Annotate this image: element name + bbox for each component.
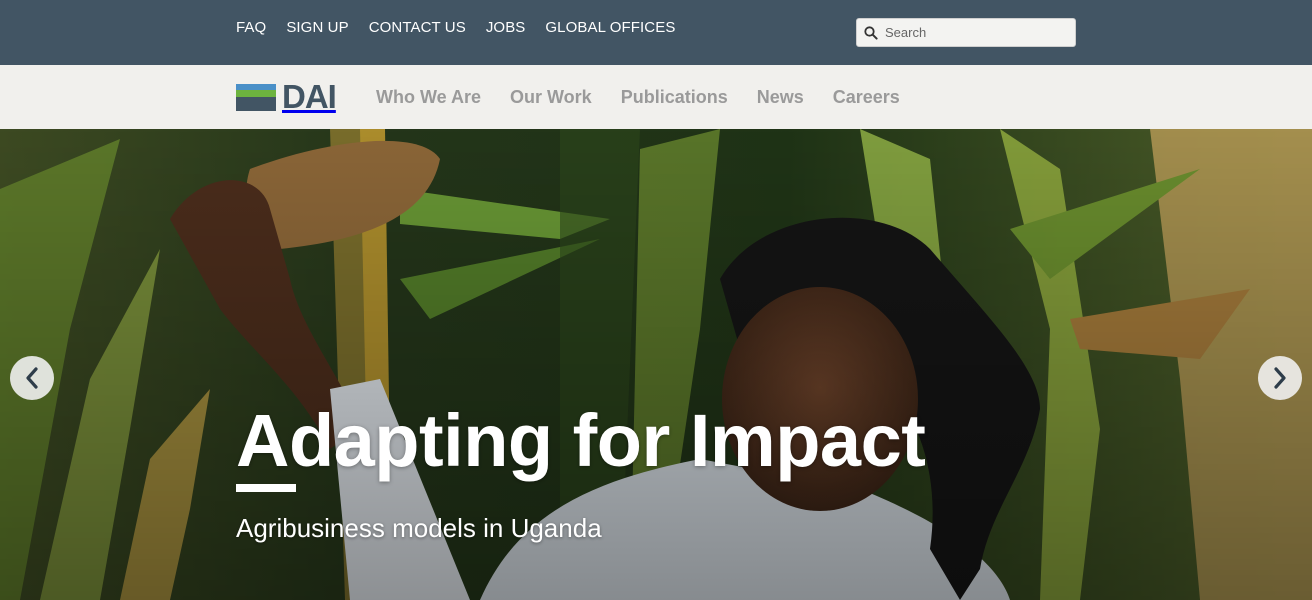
logo-mark bbox=[236, 83, 276, 111]
search-box bbox=[856, 18, 1076, 47]
utility-link-faq[interactable]: FAQ bbox=[236, 19, 266, 37]
main-nav-bar: DAI Who We Are Our Work Publications New… bbox=[0, 65, 1312, 129]
nav-item-news[interactable]: News bbox=[757, 86, 804, 108]
carousel-prev-button[interactable] bbox=[10, 356, 54, 400]
search-input[interactable] bbox=[885, 20, 1065, 45]
carousel-next-button[interactable] bbox=[1258, 356, 1302, 400]
utility-link-contact-us[interactable]: CONTACT US bbox=[369, 19, 466, 37]
hero-carousel: Adapting for Impact Agribusiness models … bbox=[0, 129, 1312, 600]
utility-nav: FAQ SIGN UP CONTACT US JOBS GLOBAL OFFIC… bbox=[236, 19, 695, 37]
chevron-right-icon bbox=[1274, 367, 1286, 389]
hero-title: Adapting for Impact bbox=[236, 399, 926, 482]
main-nav: Who We Are Our Work Publications News Ca… bbox=[376, 86, 929, 108]
utility-bar: FAQ SIGN UP CONTACT US JOBS GLOBAL OFFIC… bbox=[0, 0, 1312, 65]
hero-subtitle: Agribusiness models in Uganda bbox=[236, 513, 602, 543]
nav-item-careers[interactable]: Careers bbox=[833, 86, 900, 108]
utility-link-jobs[interactable]: JOBS bbox=[486, 19, 526, 37]
logo-text: DAI bbox=[282, 78, 337, 115]
hero-title-underline bbox=[236, 484, 296, 492]
search-icon[interactable] bbox=[857, 19, 885, 46]
nav-item-publications[interactable]: Publications bbox=[621, 86, 728, 108]
hero-image bbox=[0, 129, 1312, 600]
utility-link-sign-up[interactable]: SIGN UP bbox=[286, 19, 348, 37]
utility-link-global-offices[interactable]: GLOBAL OFFICES bbox=[545, 19, 675, 37]
nav-item-who-we-are[interactable]: Who We Are bbox=[376, 86, 481, 108]
nav-item-our-work[interactable]: Our Work bbox=[510, 86, 592, 108]
chevron-left-icon bbox=[26, 367, 38, 389]
dai-logo[interactable]: DAI bbox=[236, 78, 337, 115]
